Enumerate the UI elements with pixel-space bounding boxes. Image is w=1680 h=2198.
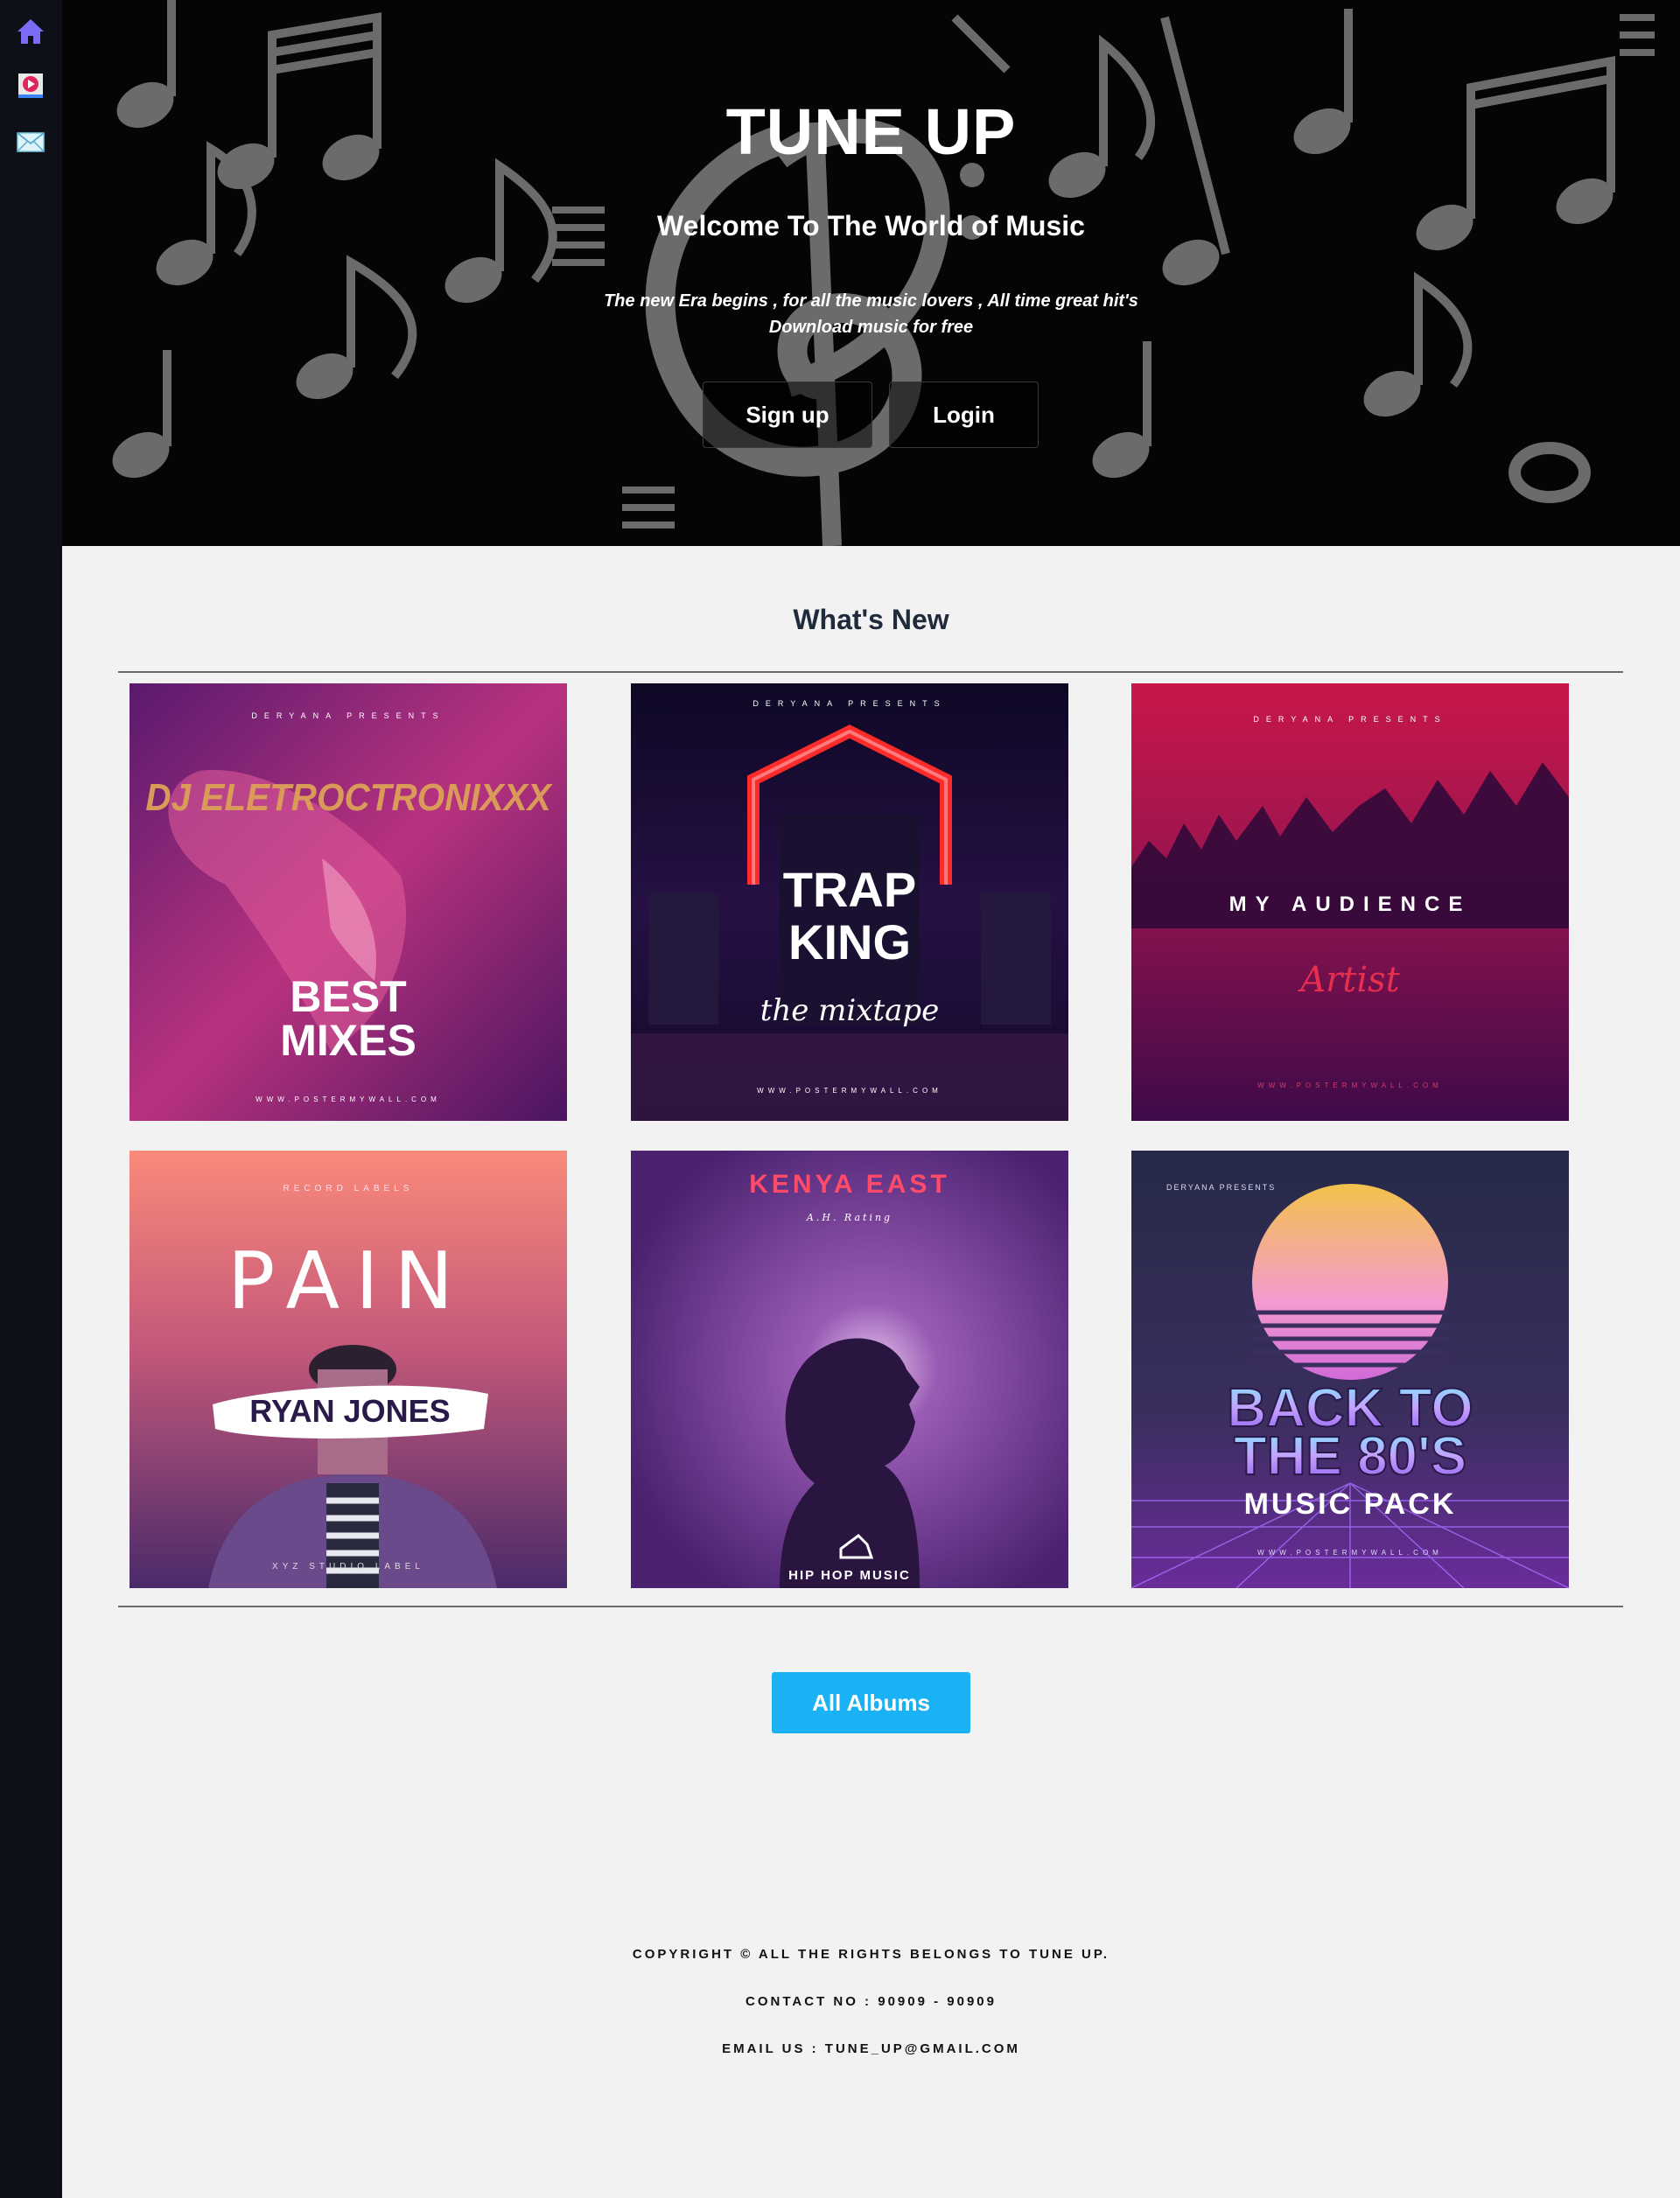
album-6-subtitle: MUSIC PACK — [1244, 1488, 1457, 1521]
album-5-bottom-text: HIP HOP MUSIC — [788, 1568, 911, 1583]
sidebar — [0, 0, 62, 2198]
album-5-title: KENYA EAST — [749, 1170, 950, 1199]
album-3-top-text: DERYANA PRESENTS — [1253, 715, 1446, 724]
album-card-kenya-east[interactable]: KENYA EAST A.H. Rating HIP HOP MUSIC — [631, 1151, 1068, 1588]
footer-email: EMAIL US : TUNE_UP@GMAIL.COM — [722, 2041, 1020, 2056]
album-2-title-1: TRAP — [783, 862, 916, 917]
album-5-subtitle: A.H. Rating — [806, 1212, 892, 1223]
hero-tagline-download: Download music for free — [768, 318, 974, 337]
album-card-trap-king[interactable]: DERYANA PRESENTS TRAP KING the mixtape W… — [631, 683, 1068, 1121]
section-divider-top — [118, 671, 1623, 673]
hero-banner: TUNE UP Welcome To The World of Music Th… — [62, 0, 1680, 546]
album-1-artist: DJ ELETROCTRONIXXX — [145, 775, 553, 818]
album-3-title: MY AUDIENCE — [1229, 892, 1472, 916]
album-1-bottom-text: WWW.POSTERMYWALL.COM — [256, 1096, 441, 1103]
album-2-bottom-text: WWW.POSTERMYWALL.COM — [757, 1087, 942, 1095]
play-icon[interactable] — [15, 70, 46, 102]
album-2-top-text: DERYANA PRESENTS — [752, 699, 946, 708]
album-card-my-audience[interactable]: DERYANA PRESENTS MY AUDIENCE Artist WWW.… — [1131, 683, 1569, 1121]
album-card-pain[interactable]: RECORD LABELS PAIN RYAN JONES XYZ STUDIO… — [130, 1151, 567, 1588]
section-divider-bottom — [118, 1606, 1623, 1607]
whats-new-title: What's New — [793, 604, 949, 635]
album-6-title-2: THE 80'S — [1234, 1426, 1466, 1487]
album-3-subtitle: Artist — [1297, 960, 1400, 1000]
album-4-title: PAIN — [228, 1236, 469, 1327]
hero-subtitle: Welcome To The World of Music — [657, 210, 1085, 242]
signup-button[interactable]: Sign up — [703, 382, 872, 448]
album-3-bottom-text: WWW.POSTERMYWALL.COM — [1257, 1082, 1443, 1089]
footer-copyright: COPYRIGHT © ALL THE RIGHTS BELONGS TO TU… — [632, 1947, 1110, 1962]
mail-icon[interactable] — [15, 126, 46, 158]
album-2-subtitle: the mixtape — [760, 993, 940, 1028]
all-albums-button[interactable]: All Albums — [772, 1672, 970, 1733]
album-1-title-1: BEST — [290, 972, 406, 1021]
album-6-top-text: DERYANA PRESENTS — [1166, 1183, 1276, 1192]
album-4-artist: RYAN JONES — [249, 1393, 450, 1429]
album-6-bottom-text: WWW.POSTERMYWALL.COM — [1257, 1549, 1443, 1557]
login-button[interactable]: Login — [889, 382, 1039, 448]
site-title: TUNE UP — [725, 95, 1017, 168]
footer-contact: CONTACT NO : 90909 - 90909 — [746, 1994, 997, 2009]
album-4-top-text: RECORD LABELS — [284, 1184, 414, 1194]
album-card-best-mixes[interactable]: DERYANA PRESENTS DJ ELETROCTRONIXXX BEST… — [130, 683, 567, 1121]
hero-tagline: The new Era begins , for all the music l… — [604, 291, 1138, 311]
album-1-top-text: DERYANA PRESENTS — [251, 711, 444, 720]
album-4-bottom-text: XYZ STUDIO LABEL — [272, 1562, 424, 1572]
album-1-title-2: MIXES — [280, 1016, 416, 1065]
home-icon[interactable] — [15, 16, 46, 47]
album-card-back-to-the-80s[interactable]: DERYANA PRESENTS BACK TO THE 80'S MUSIC … — [1131, 1151, 1569, 1588]
album-2-title-2: KING — [788, 914, 911, 970]
